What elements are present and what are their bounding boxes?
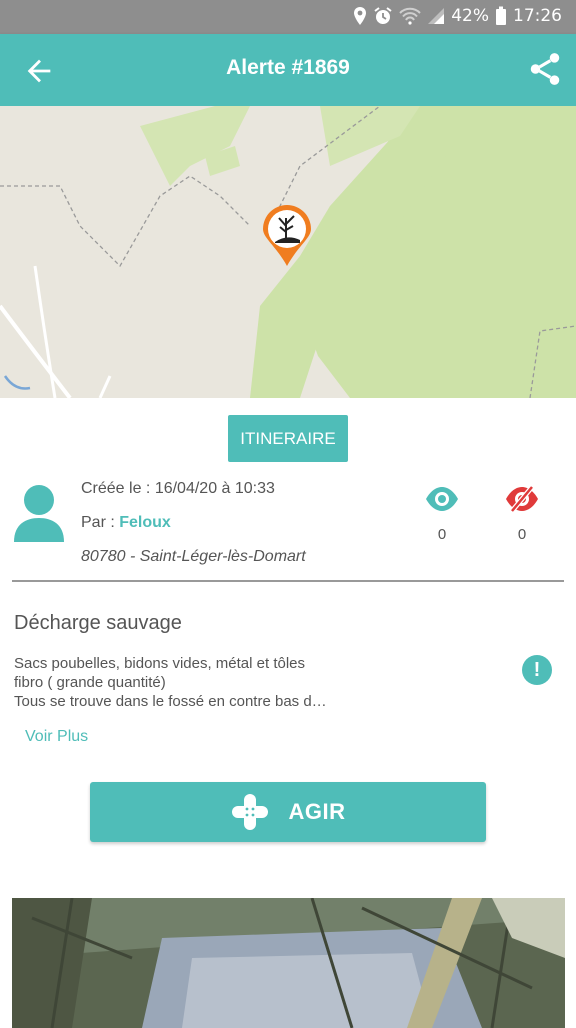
status-icons: 42% 17:26 — [353, 6, 562, 26]
user-avatar-icon — [14, 485, 64, 542]
hidden-count: 0 — [517, 526, 527, 543]
signal-icon — [428, 8, 445, 24]
map-view[interactable] — [0, 106, 576, 398]
alert-type-title: Décharge sauvage — [14, 612, 182, 634]
hidden-stat[interactable]: 0 — [496, 486, 548, 543]
author-name[interactable]: Feloux — [119, 514, 171, 531]
description-line: Sacs poubelles, bidons vides, métal et t… — [14, 655, 305, 672]
divider — [12, 580, 564, 582]
bandage-icon — [231, 794, 268, 830]
wifi-icon — [399, 7, 421, 25]
see-more-link[interactable]: Voir Plus — [25, 728, 88, 746]
author-line: Par : Feloux — [81, 514, 171, 532]
eye-icon — [426, 487, 458, 511]
alarm-icon — [374, 7, 392, 24]
created-date: Créée le : 16/04/20 à 10:33 — [81, 480, 275, 497]
battery-percent: 42% — [451, 6, 489, 26]
share-icon[interactable] — [526, 50, 564, 88]
clock: 17:26 — [513, 6, 562, 26]
description-line: Tous se trouve dans le fossé en contre b… — [14, 693, 327, 710]
description-line: fibro ( grande quantité) — [14, 674, 166, 691]
battery-icon — [496, 6, 506, 25]
location-icon — [354, 7, 367, 25]
author-prefix: Par : — [81, 514, 120, 531]
alert-photo[interactable] — [12, 898, 565, 1028]
alert-description: Sacs poubelles, bidons vides, métal et t… — [14, 654, 384, 711]
report-warning-icon[interactable]: ! — [522, 655, 552, 685]
act-button[interactable]: AGIR — [90, 782, 486, 842]
act-button-label: AGIR — [288, 799, 346, 824]
status-bar: 42% 17:26 — [0, 0, 576, 34]
views-count: 0 — [437, 526, 447, 543]
page-title: Alerte #1869 — [226, 56, 350, 79]
app-bar: Alerte #1869 — [0, 34, 576, 106]
views-stat[interactable]: 0 — [416, 486, 468, 543]
eye-off-icon — [506, 486, 538, 512]
itinerary-button[interactable]: ITINERAIRE — [228, 415, 348, 462]
location-text: 80780 - Saint-Léger-lès-Domart — [81, 548, 306, 565]
